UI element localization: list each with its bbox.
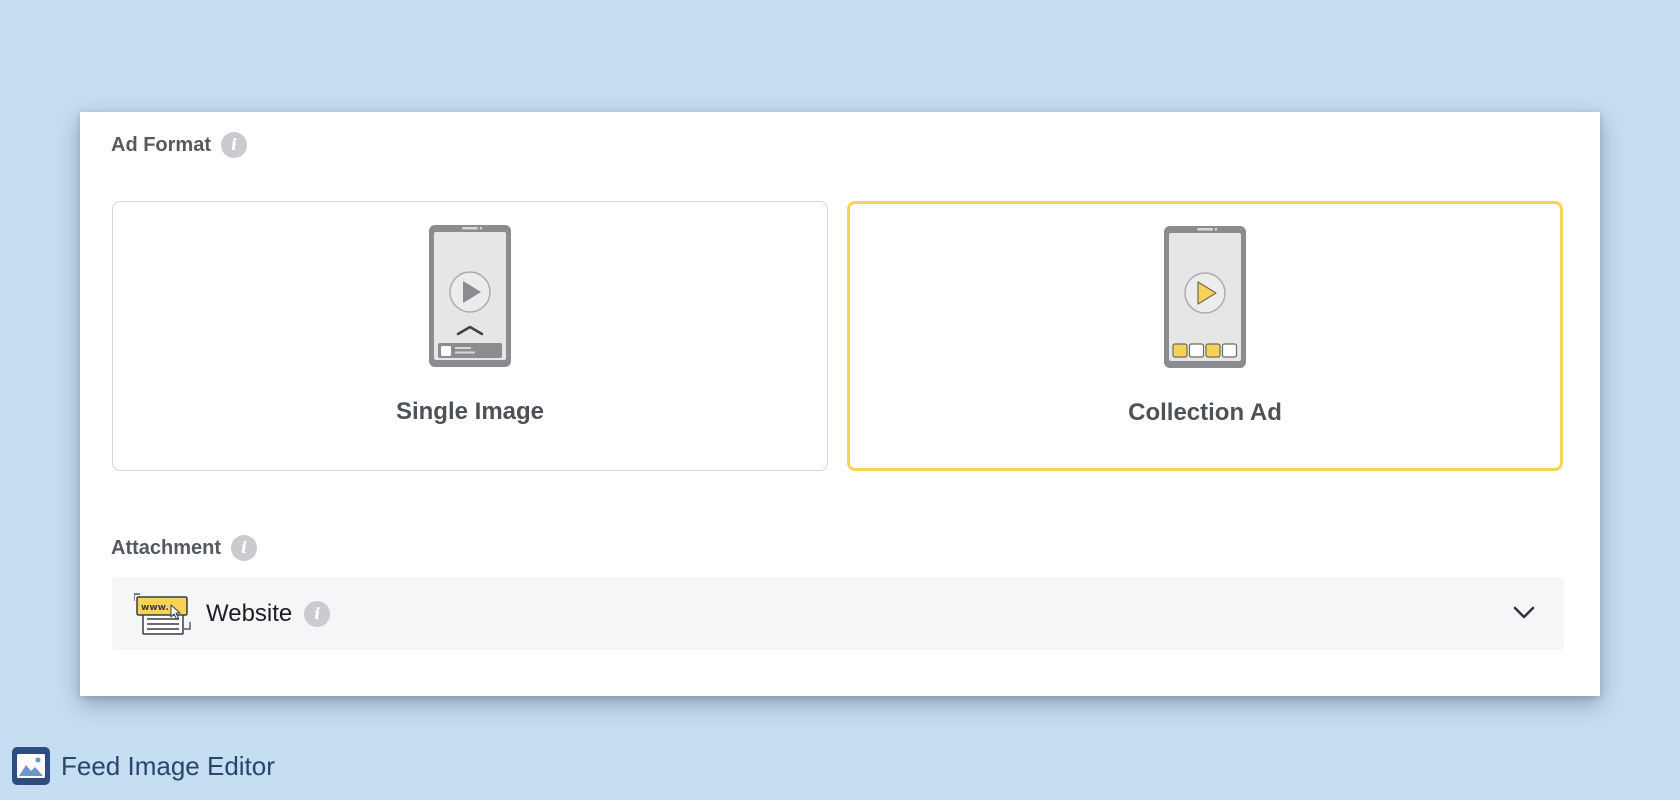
attachment-label: Attachment <box>111 536 222 559</box>
ad-format-heading: Ad Format i <box>111 132 247 158</box>
image-editor-icon <box>12 747 50 785</box>
website-icon-text: www. <box>141 603 169 613</box>
website-icon: www. <box>134 592 191 635</box>
attachment-heading: Attachment i <box>111 535 258 561</box>
format-option-collection-ad[interactable]: Collection Ad <box>847 201 1563 471</box>
ad-format-label: Ad Format <box>111 133 211 156</box>
attachment-info-icon[interactable]: i <box>231 535 258 561</box>
app-title: Feed Image Editor <box>61 750 275 781</box>
website-info-icon[interactable]: i <box>304 600 331 627</box>
collection-ad-label: Collection Ad <box>1128 398 1282 426</box>
format-option-single-image[interactable]: Single Image <box>112 201 828 471</box>
single-image-label: Single Image <box>395 398 545 425</box>
ad-settings-panel: Ad Format i Single Image Collection Ad A… <box>80 112 1600 696</box>
taskbar-app-feed-image-editor[interactable]: Feed Image Editor <box>11 746 275 786</box>
attachment-value: Website <box>206 599 293 627</box>
collection-ad-phone-icon <box>1164 225 1246 368</box>
single-image-phone-icon <box>429 225 511 367</box>
ad-format-info-icon[interactable]: i <box>221 132 247 158</box>
chevron-down-icon[interactable] <box>1512 603 1536 621</box>
attachment-dropdown[interactable]: www. Website i <box>112 577 1564 650</box>
